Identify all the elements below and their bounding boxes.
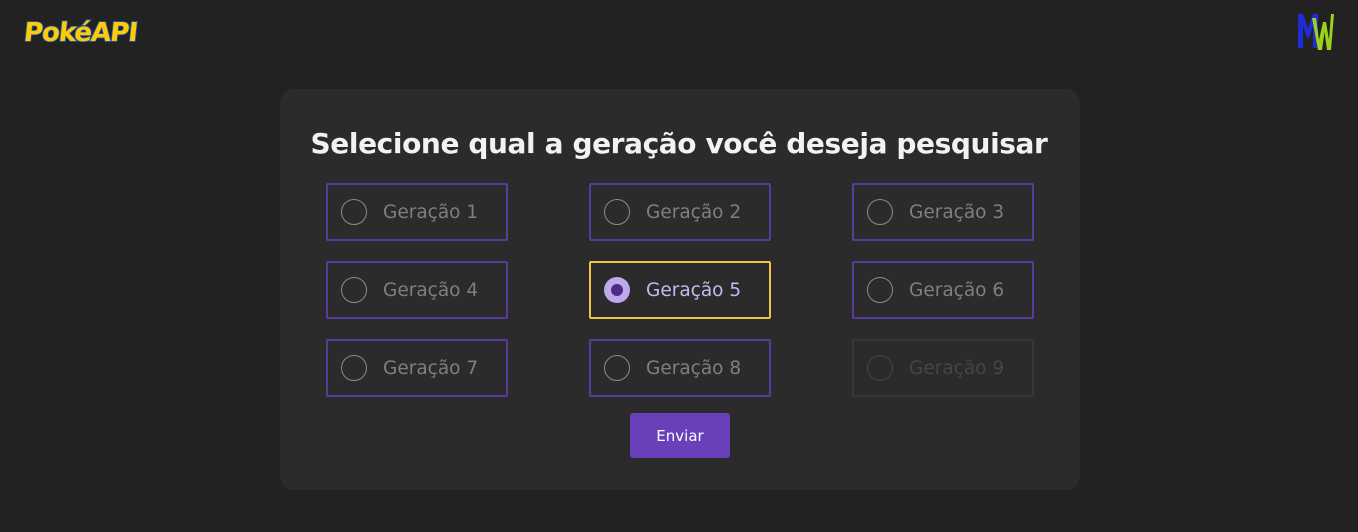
generation-option-label: Geração 6 bbox=[909, 279, 1005, 301]
generation-option-label: Geração 9 bbox=[909, 357, 1005, 379]
generation-option-label: Geração 3 bbox=[909, 201, 1005, 223]
generation-option-9: Geração 9 bbox=[852, 339, 1034, 397]
generation-option-7[interactable]: Geração 7 bbox=[326, 339, 508, 397]
generation-option-8[interactable]: Geração 8 bbox=[589, 339, 771, 397]
generation-option-1[interactable]: Geração 1 bbox=[326, 183, 508, 241]
form-title: Selecione qual a geração você deseja pes… bbox=[310, 127, 1048, 160]
mw-brand-logo[interactable] bbox=[1295, 10, 1335, 52]
radio-circle-icon[interactable] bbox=[341, 199, 367, 225]
generation-option-label: Geração 1 bbox=[383, 201, 479, 223]
generation-option-6[interactable]: Geração 6 bbox=[852, 261, 1034, 319]
generation-option-label: Geração 8 bbox=[646, 357, 742, 379]
radio-circle-icon[interactable] bbox=[604, 199, 630, 225]
generation-option-label: Geração 4 bbox=[383, 279, 479, 301]
generation-option-3[interactable]: Geração 3 bbox=[852, 183, 1034, 241]
pokeapi-logo-text: PokéAPI bbox=[22, 17, 140, 49]
generation-option-4[interactable]: Geração 4 bbox=[326, 261, 508, 319]
radio-circle-icon[interactable] bbox=[867, 199, 893, 225]
radio-circle-icon bbox=[867, 355, 893, 381]
pokeapi-logo[interactable]: PokéAPI bbox=[22, 14, 140, 52]
radio-checked-icon[interactable] bbox=[604, 277, 630, 303]
radio-circle-icon[interactable] bbox=[341, 355, 367, 381]
generation-option-2[interactable]: Geração 2 bbox=[589, 183, 771, 241]
generation-option-5[interactable]: Geração 5 bbox=[589, 261, 771, 319]
generation-option-label: Geração 5 bbox=[646, 279, 742, 301]
submit-button[interactable]: Enviar bbox=[630, 413, 730, 458]
generation-option-label: Geração 2 bbox=[646, 201, 742, 223]
radio-circle-icon[interactable] bbox=[867, 277, 893, 303]
radio-circle-icon[interactable] bbox=[604, 355, 630, 381]
radio-circle-icon[interactable] bbox=[341, 277, 367, 303]
generation-option-label: Geração 7 bbox=[383, 357, 479, 379]
